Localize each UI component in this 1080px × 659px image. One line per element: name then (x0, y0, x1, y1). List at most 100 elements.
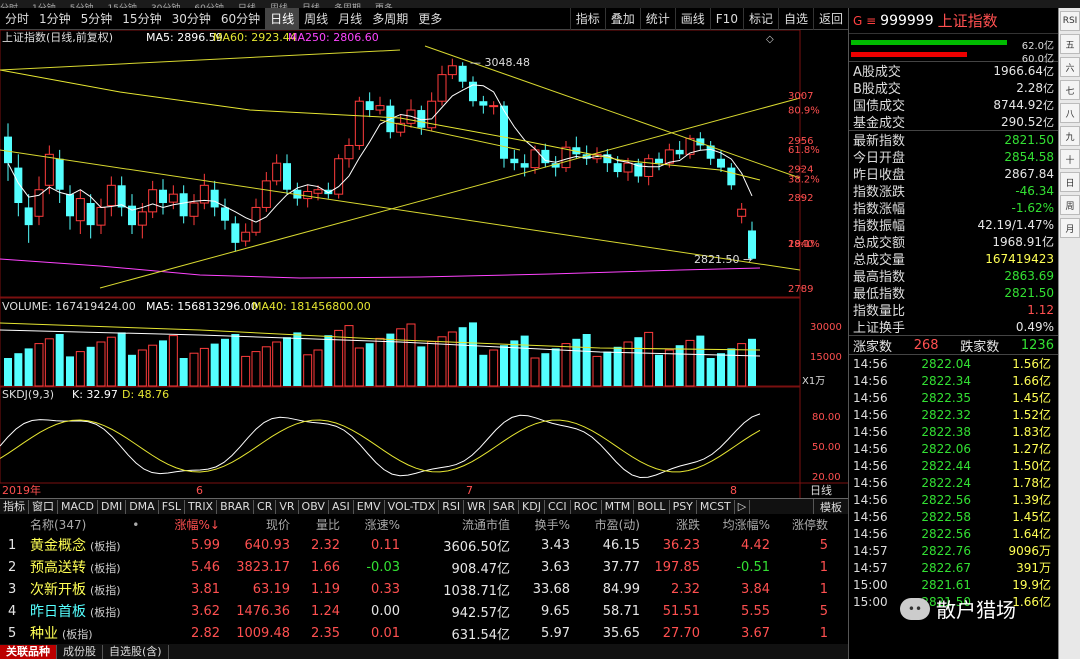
indicator-tab[interactable]: ROC (571, 499, 602, 514)
table-row[interactable]: 1 黄金概念 (板指) 5.99 640.93 2.32 0.11 3606.50亿 3.43 4… (0, 534, 848, 556)
cell-limit: 5 (819, 537, 828, 553)
side-tool-button[interactable]: 周 (1060, 195, 1080, 215)
table-row[interactable]: 5 种业 (板指) 2.82 1009.48 2.35 0.01 631.54亿 5.97 35.… (0, 622, 848, 644)
period-tab[interactable]: 周线 (299, 8, 333, 30)
period-tab[interactable]: 更多 (413, 8, 447, 30)
indicator-tab[interactable]: MCST (697, 499, 735, 514)
side-tool-button[interactable]: 五 (1060, 34, 1080, 54)
indicator-tab[interactable]: WR (464, 499, 490, 514)
side-tool-button[interactable]: 六 (1060, 57, 1080, 77)
tool-button[interactable]: 自选 (777, 7, 813, 30)
side-tool-button[interactable]: RSI (1060, 11, 1080, 31)
bottom-tab[interactable]: 自选股(含) (103, 644, 169, 659)
tick-price: 2821.61 (921, 577, 971, 592)
table-row[interactable]: 4 昨日首板 (板指) 3.62 1476.36 1.24 0.00 942.57亿 9.65 5… (0, 600, 848, 622)
period-tab[interactable]: 月线 (333, 8, 367, 30)
volume-bar (324, 335, 333, 386)
price-tick-label: 2892 (788, 193, 813, 204)
quote-row: 昨日收盘 2867.84 (849, 165, 1058, 184)
indicator-tab[interactable]: MACD (58, 499, 98, 514)
side-tool-button[interactable]: 日 (1060, 172, 1080, 192)
indicator-tab[interactable]: KDJ (519, 499, 545, 514)
col-header[interactable]: 市盈(动) (570, 516, 640, 533)
candle-body (737, 208, 747, 217)
period-tab[interactable]: 15分钟 (117, 8, 166, 30)
col-header[interactable]: 流通市值 (400, 516, 510, 533)
period-tab[interactable]: 60分钟 (216, 8, 265, 30)
skdj-legend: SKDJ(9,3) (2, 388, 54, 401)
side-tool-button[interactable]: 十 (1060, 149, 1080, 169)
col-header[interactable]: 涨速% (340, 516, 400, 533)
side-tool-button[interactable]: 九 (1060, 126, 1080, 146)
bottom-tab[interactable]: 关联品种 (0, 644, 57, 659)
side-tool-button[interactable]: 八 (1060, 103, 1080, 123)
period-tab[interactable]: 5分钟 (76, 8, 118, 30)
indicator-tab[interactable]: 指标 (0, 499, 29, 514)
indicator-tab[interactable]: CR (254, 499, 277, 514)
col-header[interactable]: 涨跌 (640, 516, 700, 533)
sector-name: 昨日首板 (30, 604, 86, 620)
indicator-tab[interactable]: BRAR (217, 499, 255, 514)
period-tab[interactable]: 30分钟 (167, 8, 216, 30)
tick-time: 14:56 (853, 458, 888, 473)
indicator-tab[interactable]: SAR (490, 499, 520, 514)
sector-table: 名称(347) • 涨幅%↓ 现价 量比 涨速% 流通市值 换手% 市盈(动) 涨跌 均涨幅% 涨停数… (0, 514, 848, 644)
col-header[interactable]: 量比 (290, 516, 340, 533)
col-header[interactable]: 涨幅%↓ (160, 516, 220, 533)
candle-body (727, 167, 736, 186)
cell-pe: 46.15 (602, 537, 640, 553)
period-tab[interactable]: 分时 (0, 8, 34, 30)
volume-bar (86, 346, 95, 386)
col-header[interactable]: 现价 (220, 516, 290, 533)
volume-bar (530, 357, 540, 387)
side-tool-button[interactable]: 七 (1060, 80, 1080, 100)
col-header[interactable]: 均涨幅% (700, 516, 770, 533)
template-button[interactable]: 模板 (813, 498, 848, 515)
diamond-icon[interactable]: ◇ (766, 34, 774, 45)
tool-button[interactable]: 标记 (742, 7, 778, 30)
group-marker[interactable]: G ≡ (853, 14, 876, 28)
trend-line (0, 49, 401, 71)
indicator-tab[interactable]: PSY (670, 499, 697, 514)
indicator-tab[interactable]: FSL (159, 499, 185, 514)
candle-body (251, 206, 261, 233)
tick-row: 14:56 2822.32 1.52亿 (849, 406, 1058, 423)
indicator-tab[interactable]: ASI (329, 499, 354, 514)
indicator-tab[interactable]: VR (276, 499, 299, 514)
table-row[interactable]: 3 次新开板 (板指) 3.81 63.19 1.19 0.33 1038.71亿 33.68 8… (0, 578, 848, 600)
kline-chart[interactable]: 上证指数(日线,前复权) MA5: 2896.59MA60: 2923.44MA2… (0, 29, 848, 498)
indicator-tab[interactable]: RSI (439, 499, 465, 514)
tool-button[interactable]: 返回 (812, 7, 848, 30)
table-row[interactable]: 2 预高送转 (板指) 5.46 3823.17 1.66 -0.03 908.47亿 3.63… (0, 556, 848, 578)
side-tool-button[interactable]: 月 (1060, 218, 1080, 238)
indicator-tab[interactable]: 窗口 (29, 499, 58, 514)
indicator-tab[interactable]: TRIX (185, 499, 218, 514)
indicator-tab[interactable]: CCI (545, 499, 571, 514)
tool-button[interactable]: 统计 (639, 7, 675, 30)
indicator-tab[interactable]: OBV (299, 499, 329, 514)
tool-button[interactable]: 指标 (569, 7, 605, 30)
tick-list[interactable]: 14:56 2822.04 1.56亿 14:56 2822.34 1.66亿 14:56 2… (849, 355, 1058, 610)
indicator-tab[interactable]: ▷ (735, 499, 751, 514)
col-header[interactable]: 换手% (510, 516, 570, 533)
skdj-k-legend: K: 32.97 (72, 388, 118, 401)
indicator-tab[interactable]: DMA (126, 499, 159, 514)
period-tab[interactable]: 日线 (265, 7, 300, 30)
cell-chg: 5.46 (191, 559, 220, 575)
tool-button[interactable]: F10 (709, 7, 743, 30)
period-tab[interactable]: 1分钟 (34, 8, 76, 30)
tool-button[interactable]: 叠加 (604, 7, 640, 30)
col-header[interactable]: 名称(347) • (30, 516, 160, 533)
watermark-text: 散户猎场 (936, 598, 1016, 622)
indicator-tab[interactable]: EMV (354, 499, 385, 514)
indicator-tab[interactable]: MTM (602, 499, 635, 514)
indicator-tab[interactable]: VOL-TDX (385, 499, 440, 514)
period-tab[interactable]: 多周期 (367, 8, 413, 30)
indicator-tab[interactable]: BOLL (634, 499, 670, 514)
chart-area[interactable]: 上证指数(日线,前复权) MA5: 2896.59 MA60: 2923.44 MA2… (0, 29, 848, 498)
tool-button[interactable]: 画线 (674, 7, 710, 30)
bottom-tab[interactable]: 成份股 (57, 644, 103, 659)
tick-volume: 1.52亿 (1012, 408, 1051, 422)
col-header[interactable]: 涨停数 (770, 516, 828, 533)
indicator-tab[interactable]: DMI (98, 499, 127, 514)
